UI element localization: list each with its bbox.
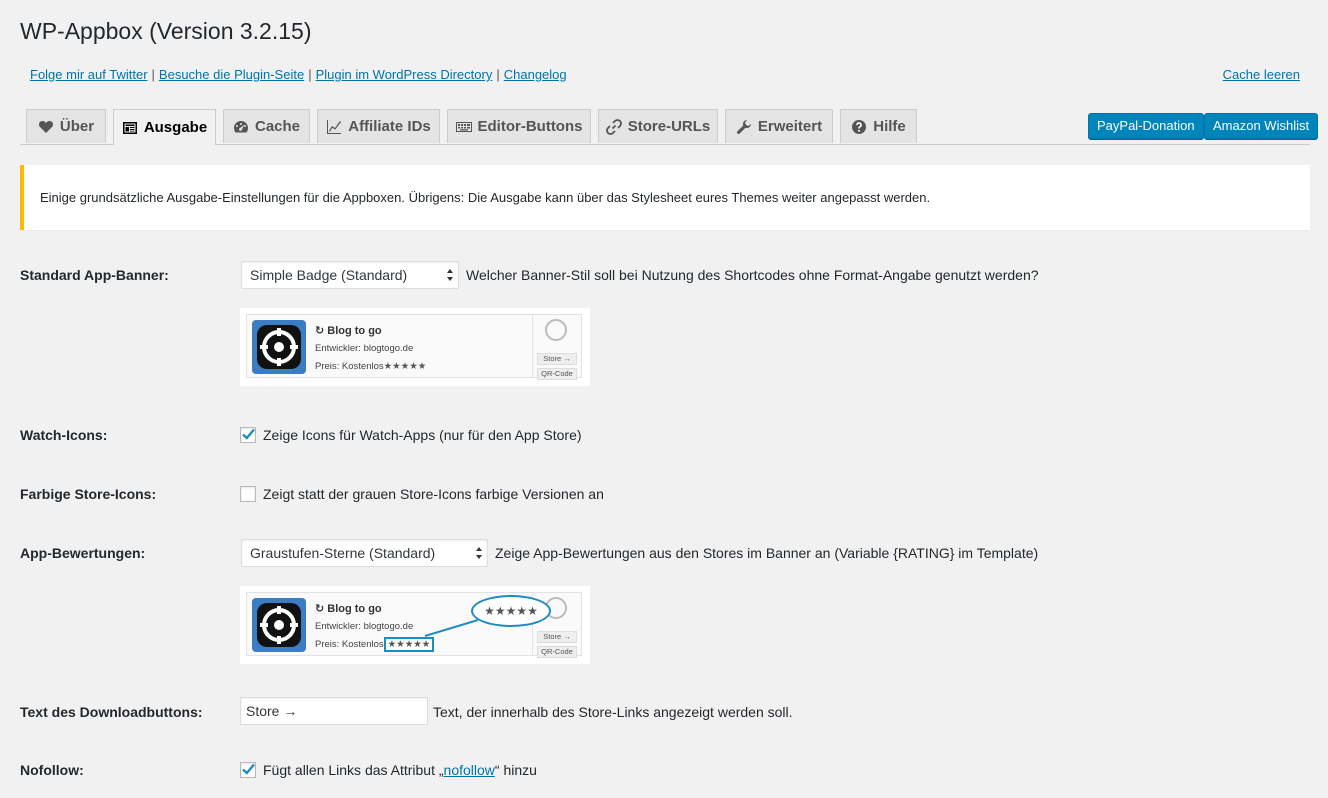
nofollow-link[interactable]: nofollow xyxy=(444,762,495,778)
banner-store-button[interactable]: Store → xyxy=(537,631,577,643)
app-icon xyxy=(252,598,306,652)
tab-hilfe[interactable]: Hilfe xyxy=(840,109,917,143)
tab-affiliate-ids[interactable]: Affiliate IDs xyxy=(317,109,440,143)
ratings-banner-preview: ↻ Blog to go Entwickler: blogtogo.de Pre… xyxy=(240,586,590,664)
banner-store-button[interactable]: Store → xyxy=(537,353,577,365)
tab-editor-buttons[interactable]: Editor-Buttons xyxy=(447,109,591,143)
tab-label: Store-URLs xyxy=(627,117,711,135)
banner-preview: ↻ Blog to go Entwickler: blogtogo.de Pre… xyxy=(240,308,590,386)
help-icon xyxy=(852,119,867,134)
banner-style-value: Simple Badge (Standard) xyxy=(250,267,408,283)
select-arrows-icon xyxy=(447,269,453,281)
tab-label: Cache xyxy=(254,117,301,135)
nofollow-description: Fügt allen Links das Attribut „nofollow“… xyxy=(263,762,537,778)
watch-icons-description: Zeige Icons für Watch-Apps (nur für den … xyxy=(263,427,582,443)
banner-style-label: Standard App-Banner: xyxy=(20,267,169,283)
highlighted-rating-stars: ★★★★★ xyxy=(383,637,435,652)
link-icon xyxy=(605,118,622,135)
chart-icon xyxy=(327,119,342,134)
ratings-select[interactable]: Graustufen-Sterne (Standard) xyxy=(241,539,488,567)
tab-ausgabe[interactable]: Ausgabe xyxy=(113,109,216,145)
banner-price: Preis: Kostenlos★★★★★ xyxy=(315,361,427,372)
rating-callout-bubble: ★★★★★ xyxy=(471,595,551,627)
rating-callout-stars: ★★★★★ xyxy=(484,604,538,618)
banner-developer: Entwickler: blogtogo.de xyxy=(315,343,414,354)
appbox-banner: ↻ Blog to go Entwickler: blogtogo.de Pre… xyxy=(246,314,582,380)
nofollow-label: Nofollow: xyxy=(20,762,84,778)
select-arrows-icon xyxy=(476,547,482,559)
banner-app-name: ↻ Blog to go xyxy=(315,325,382,337)
banner-app-name: ↻ Blog to go xyxy=(315,603,382,615)
banner-qr-button[interactable]: QR-Code xyxy=(537,646,577,658)
watch-icons-label: Watch-Icons: xyxy=(20,427,108,443)
tab-label: Hilfe xyxy=(873,117,906,135)
info-notice: Einige grundsätzliche Ausgabe-Einstellun… xyxy=(20,165,1310,230)
nofollow-checkbox[interactable] xyxy=(240,762,256,778)
download-text-label: Text des Downloadbuttons: xyxy=(20,704,203,720)
wrench-icon xyxy=(736,119,751,134)
blog-to-go-logo-icon xyxy=(257,603,301,647)
colored-icons-description: Zeigt statt der grauen Store-Icons farbi… xyxy=(263,486,604,502)
tab-label: Über xyxy=(59,117,95,135)
tab-store-urls[interactable]: Store-URLs xyxy=(598,109,718,143)
colored-icons-label: Farbige Store-Icons: xyxy=(20,486,157,502)
banner-style-select[interactable]: Simple Badge (Standard) xyxy=(241,261,459,289)
plugin-site-link[interactable]: Besuche die Plugin-Seite xyxy=(159,67,304,82)
ratings-label: App-Bewertungen: xyxy=(20,545,146,561)
page-title: WP-Appbox (Version 3.2.15) xyxy=(20,18,312,44)
top-links: Folge mir auf Twitter | Besuche die Plugin… xyxy=(30,67,567,82)
heart-icon xyxy=(38,120,53,133)
directory-link[interactable]: Plugin im WordPress Directory xyxy=(316,67,493,82)
tab-label: Editor-Buttons xyxy=(477,117,583,135)
download-text-input[interactable]: Store → xyxy=(240,697,428,725)
tab-label: Ausgabe xyxy=(143,118,208,136)
tab-ueber[interactable]: Über xyxy=(26,109,106,143)
tab-label: Erweitert xyxy=(757,117,823,135)
blog-to-go-logo-icon xyxy=(257,325,301,369)
checkmark-icon xyxy=(242,763,255,775)
banner-qr-button[interactable]: QR-Code xyxy=(537,368,577,380)
ratings-value: Graustufen-Sterne (Standard) xyxy=(250,545,436,561)
tab-erweitert[interactable]: Erweitert xyxy=(725,109,833,143)
layout-icon xyxy=(122,121,137,134)
banner-price: Preis: Kostenlos★★★★★ xyxy=(315,637,435,652)
changelog-link[interactable]: Changelog xyxy=(504,67,567,82)
tab-cache[interactable]: Cache xyxy=(223,109,310,143)
paypal-donation-button[interactable]: PayPal-Donation xyxy=(1088,113,1204,139)
cache-clear-link[interactable]: Cache leeren xyxy=(1223,67,1300,82)
checkmark-icon xyxy=(242,428,255,440)
banner-developer: Entwickler: blogtogo.de xyxy=(315,621,414,632)
banner-rating-stars: ★★★★★ xyxy=(383,361,427,372)
colored-icons-checkbox[interactable] xyxy=(240,486,256,502)
banner-store-area: Store → QR-Code xyxy=(532,315,581,380)
keyboard-icon xyxy=(455,121,472,132)
amazon-wishlist-button[interactable]: Amazon Wishlist xyxy=(1204,113,1319,139)
twitter-link[interactable]: Folge mir auf Twitter xyxy=(30,67,148,82)
tab-label: Affiliate IDs xyxy=(348,117,431,135)
watch-icons-checkbox[interactable] xyxy=(240,427,256,443)
download-text-description: Text, der innerhalb des Store-Links ange… xyxy=(433,704,793,720)
app-store-icon xyxy=(545,319,567,341)
dashboard-icon xyxy=(233,120,248,132)
app-icon xyxy=(252,320,306,374)
ratings-description: Zeige App-Bewertungen aus den Stores im … xyxy=(495,545,1039,561)
banner-style-description: Welcher Banner-Stil soll bei Nutzung des… xyxy=(466,267,1039,283)
